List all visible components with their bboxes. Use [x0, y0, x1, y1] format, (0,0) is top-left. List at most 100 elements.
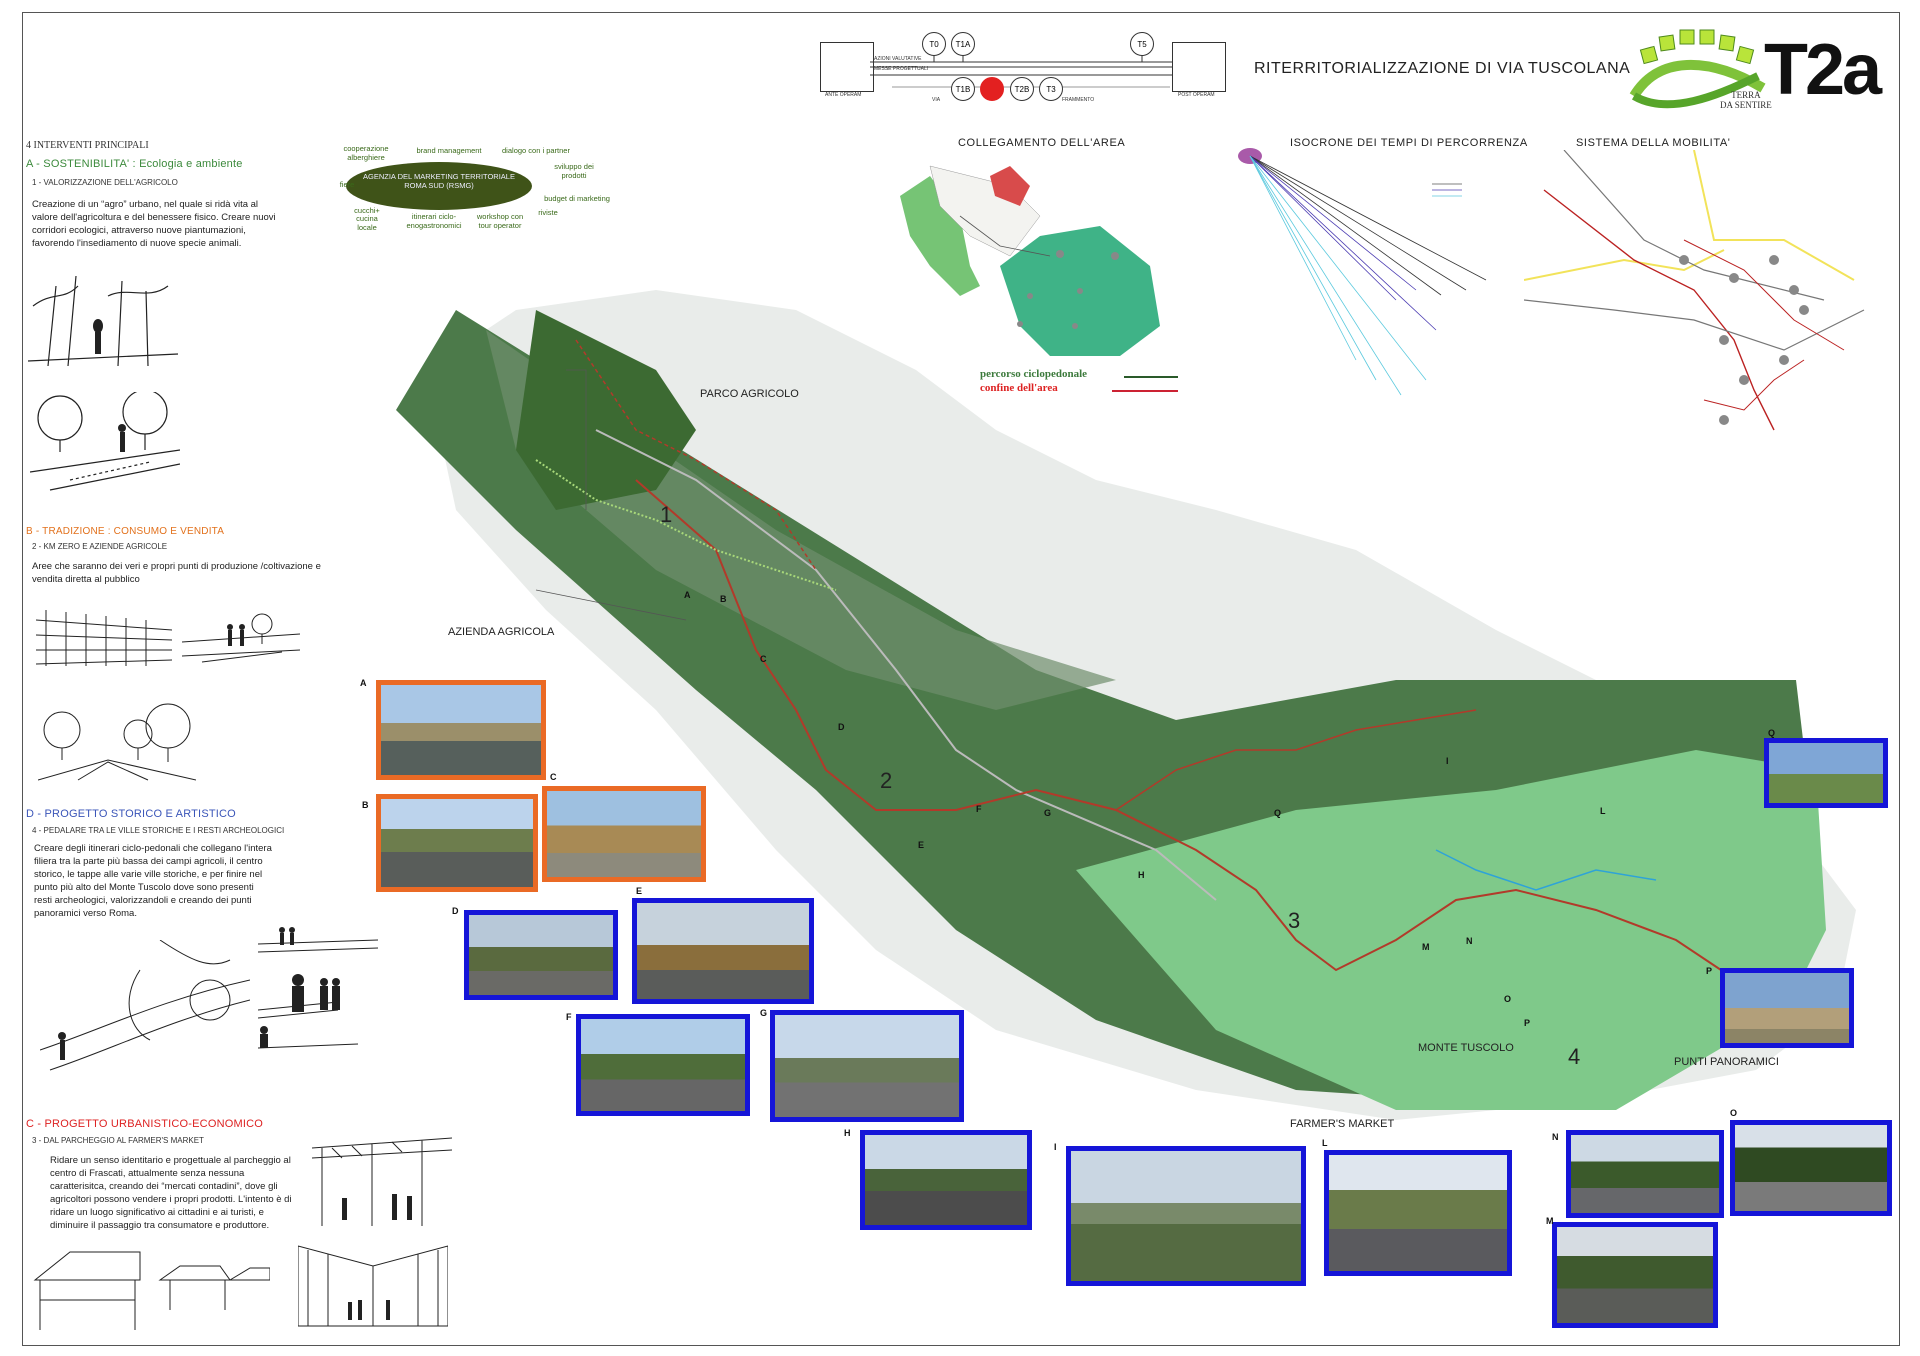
photo-label-a: A [360, 678, 367, 688]
photo-n[interactable] [1566, 1130, 1724, 1218]
marketing-item-itinerari: itinerari ciclo-enogastronomici [406, 212, 462, 230]
timeline-node-t5[interactable]: T5 [1130, 32, 1154, 56]
interventi-title: 4 INTERVENTI PRINCIPALI [26, 140, 149, 151]
photo-label-g: G [760, 1008, 768, 1018]
section-c-body: Ridare un senso identitario e progettual… [50, 1155, 292, 1231]
map-point-b[interactable]: B [720, 594, 727, 604]
map-point-q[interactable]: Q [1274, 808, 1281, 818]
photo-m[interactable] [1552, 1222, 1718, 1328]
photo-a[interactable] [376, 680, 546, 780]
photo-label-o: O [1730, 1108, 1738, 1118]
photo-g[interactable] [770, 1010, 964, 1122]
map-point-a[interactable]: A [684, 590, 691, 600]
photo-label-f: F [566, 1012, 572, 1022]
section-b-title: B - TRADIZIONE : CONSUMO E VENDITA [26, 526, 225, 537]
photo-label-b: B [362, 800, 369, 810]
map-point-f[interactable]: F [976, 804, 982, 814]
photo-label-m: M [1546, 1216, 1554, 1226]
photo-h[interactable] [860, 1130, 1032, 1230]
section-a-title: A - SOSTENIBILITA' : Ecologia e ambiente [26, 158, 243, 170]
marketing-item-riviste: riviste [538, 208, 558, 217]
section-c-sub: 3 - DAL PARCHEGGIO AL FARMER'S MARKET [32, 1136, 204, 1145]
timeline-post-box [1172, 42, 1226, 92]
timeline-node-t3[interactable]: T3 [1039, 77, 1063, 101]
marketing-item-cucina: cucina locale [356, 214, 378, 232]
map-point-l[interactable]: L [1600, 806, 1606, 816]
marketing-item-cooperazione: cooperazione alberghiere [343, 144, 389, 162]
map-point-d[interactable]: D [838, 722, 845, 732]
timeline-row1: AZIONI VALUTATIVE [874, 56, 922, 62]
marketing-item-dialogo: dialogo con i partner [502, 146, 570, 155]
marketing-center-label: AGENZIA DEL MARKETING TERRITORIALE ROMA … [363, 172, 515, 190]
section-b-body: Aree che saranno dei veri e propri punti… [32, 561, 321, 585]
photo-b[interactable] [376, 794, 538, 892]
photo-label-n: N [1552, 1132, 1559, 1142]
map-label-farmers-market: FARMER'S MARKET [1290, 1118, 1395, 1130]
map-number-1: 1 [660, 502, 673, 527]
timeline-ante-label: ANTE OPERAM [825, 92, 862, 98]
sketch-farm-people-icon [182, 612, 300, 670]
timeline-node-active[interactable] [980, 77, 1004, 101]
map-point-c[interactable]: C [760, 654, 767, 664]
marketing-item-fiere: fiere [339, 180, 355, 189]
main-map [396, 290, 1856, 1120]
map-point-m[interactable]: M [1422, 942, 1430, 952]
timeline-node-t1b[interactable]: T1B [951, 77, 975, 101]
photo-q[interactable] [1764, 738, 1888, 808]
marketing-item-cucchi: cucchi+ [354, 206, 380, 215]
sketch-agro-forest-icon [28, 266, 178, 370]
map-point-o[interactable]: O [1504, 994, 1511, 1004]
map-point-p[interactable]: P [1524, 1018, 1530, 1028]
section-d-title: D - PROGETTO STORICO E ARTISTICO [26, 808, 236, 820]
photo-f[interactable] [576, 1014, 750, 1116]
map-label-monte-tuscolo: MONTE TUSCOLO [1418, 1042, 1514, 1054]
map-label-azienda-agricola: AZIENDA AGRICOLA [448, 626, 555, 638]
photo-label-q: Q [1768, 728, 1776, 738]
map-label-punti-panoramici: PUNTI PANORAMICI [1674, 1056, 1779, 1068]
marketing-item-brand: brand management [416, 146, 482, 155]
photo-label-d: D [452, 906, 459, 916]
section-d-sub: 4 - PEDALARE TRA LE VILLE STORICHE E I R… [32, 826, 285, 835]
sketch-olive-grove-icon [38, 700, 196, 784]
photo-p[interactable] [1720, 968, 1854, 1048]
map-point-e[interactable]: E [918, 840, 924, 850]
sketch-panoramic-people-icon [258, 912, 380, 1052]
map-number-2: 2 [880, 768, 893, 793]
map-point-i[interactable]: I [1446, 756, 1449, 766]
map-label-parco-agricolo: PARCO AGRICOLO [700, 388, 799, 400]
sketch-market-hall-icon [298, 1236, 448, 1332]
section-c-title: C - PROGETTO URBANISTICO-ECONOMICO [26, 1118, 263, 1130]
timeline-ante-box [820, 42, 874, 92]
section-a-body: Creazione di un “agro” urbano, nel quale… [32, 199, 276, 249]
photo-c[interactable] [542, 786, 706, 882]
timeline-post-label: POST OPERAM [1178, 92, 1215, 98]
panel-collegamento-title: COLLEGAMENTO DELL'AREA [958, 137, 1126, 149]
photo-label-i: I [1054, 1142, 1057, 1152]
timeline-via: VIA [932, 97, 941, 103]
photo-o[interactable] [1730, 1120, 1892, 1216]
map-point-h[interactable]: H [1138, 870, 1145, 880]
map-number-4: 4 [1568, 1044, 1581, 1069]
sketch-cycle-path-icon [40, 940, 250, 1080]
photo-l[interactable] [1324, 1150, 1512, 1276]
marketing-item-sviluppo: sviluppo dei prodotti [554, 162, 594, 180]
photo-label-c: C [550, 772, 557, 782]
map-point-n[interactable]: N [1466, 936, 1473, 946]
project-code: T2a [1764, 30, 1882, 110]
photo-d[interactable] [464, 910, 618, 1000]
timeline-node-t2b[interactable]: T2B [1010, 77, 1034, 101]
sketch-market-canopy-icon [312, 1128, 452, 1228]
marketing-item-workshop: workshop con tour operator [476, 212, 524, 230]
timeline-row2: MESSE PROGETTUALI [874, 66, 929, 72]
photo-label-p: P [1706, 966, 1713, 976]
map-point-g[interactable]: G [1044, 808, 1051, 818]
photo-e[interactable] [632, 898, 814, 1004]
sketch-vineyard-icon [36, 600, 172, 670]
timeline-node-t1a[interactable]: T1A [951, 32, 975, 56]
photo-i[interactable] [1066, 1146, 1306, 1286]
timeline-node-t0[interactable]: T0 [922, 32, 946, 56]
panel-mobilita-title: SISTEMA DELLA MOBILITA' [1576, 137, 1731, 149]
page-title: RITERRITORIALIZZAZIONE DI VIA TUSCOLANA [1254, 60, 1631, 77]
marketing-item-budget: budget di marketing [544, 194, 610, 203]
sketch-market-stalls-icon [30, 1250, 270, 1330]
